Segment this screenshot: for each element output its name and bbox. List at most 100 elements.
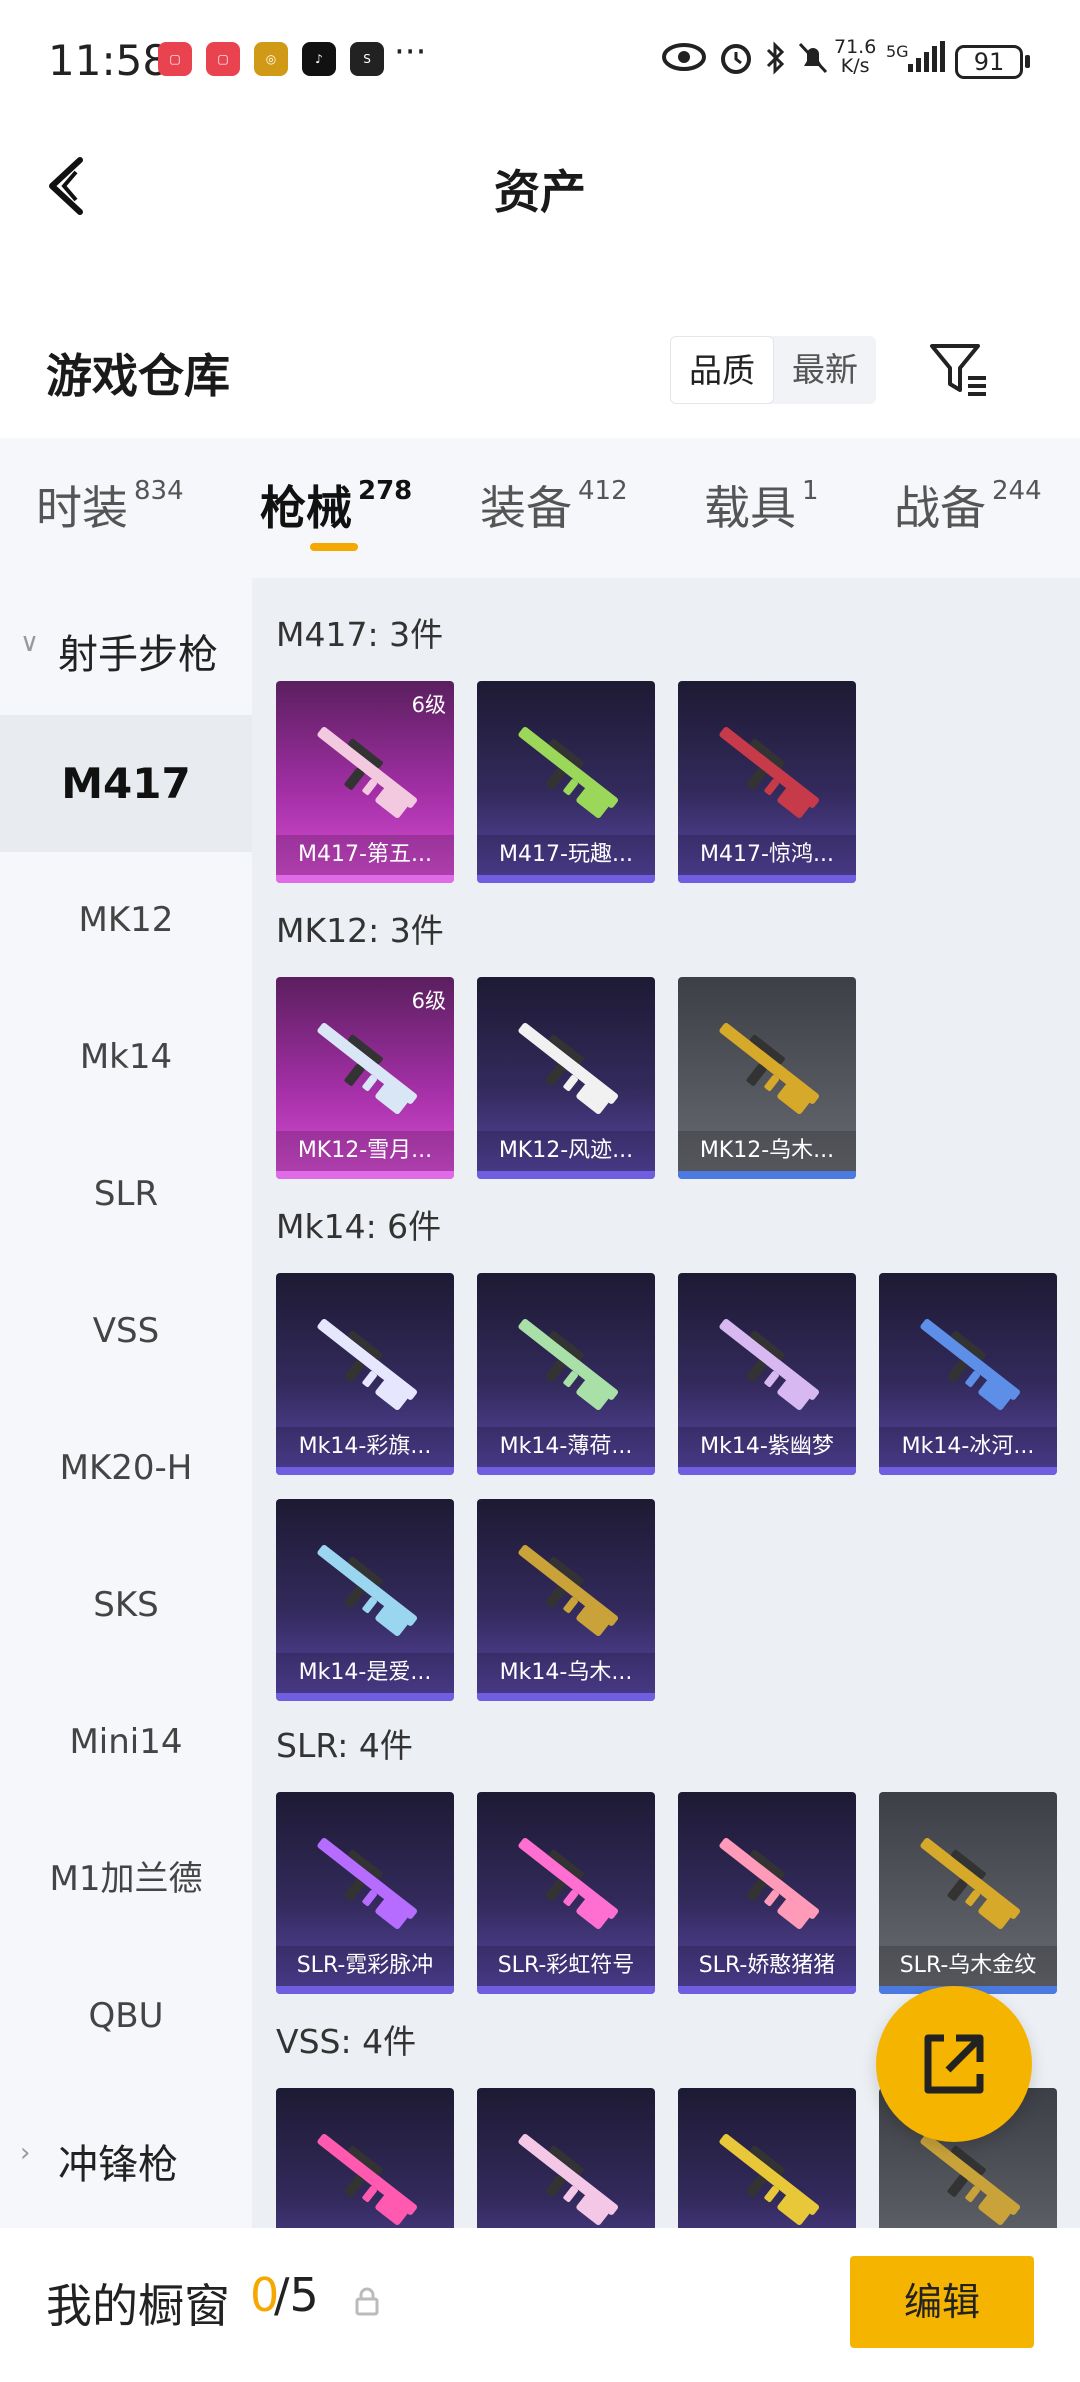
weapon-name: MK12-乌木...	[678, 1131, 856, 1171]
weapon-name: Mk14-乌木...	[477, 1653, 655, 1693]
section-title: SLR: 4件	[276, 1726, 413, 1765]
weapon-card[interactable]: 6级 M417-第五...	[276, 681, 454, 883]
weapon-name: Mk14-紫幽梦	[678, 1427, 856, 1467]
level-badge: 6级	[411, 989, 446, 1013]
sidebar: ∨ 射手步枪 M417 MK12 Mk14 SLR VSS MK20-H SKS…	[0, 578, 252, 2228]
rarity-bar	[276, 1171, 454, 1179]
rarity-bar	[477, 875, 655, 883]
battery-indicator: 91	[955, 45, 1023, 79]
weapon-name: M417-玩趣...	[477, 835, 655, 875]
net-speed: 71.6 K/s	[834, 36, 877, 77]
rifle-icon	[317, 1544, 417, 1637]
tab-fashion[interactable]: 时装 834	[36, 472, 184, 538]
weapon-card[interactable]: SLR-娇憨猪猪	[678, 1792, 856, 1994]
edit-button[interactable]: 编辑	[850, 2256, 1034, 2348]
weapon-name: M417-第五...	[276, 835, 454, 875]
notification-app-icon: ▢	[158, 42, 192, 76]
weapon-card[interactable]: Mk14-紫幽梦	[678, 1273, 856, 1475]
external-link-icon	[924, 2034, 984, 2094]
rifle-icon	[317, 2133, 417, 2226]
rarity-bar	[276, 1693, 454, 1701]
weapon-card[interactable]: 6级 MK12-雪月...	[276, 977, 454, 1179]
sidebar-item-mk14[interactable]: Mk14	[0, 989, 252, 1126]
rarity-bar	[276, 1467, 454, 1475]
rifle-icon	[719, 2133, 819, 2226]
soul-app-icon: S	[350, 42, 384, 76]
weapon-card[interactable]: MK12-风迹...	[477, 977, 655, 1179]
status-time: 11:58	[48, 36, 170, 85]
weapon-card[interactable]: M417-玩趣...	[477, 681, 655, 883]
weapon-name: SLR-霓彩脉冲	[276, 1946, 454, 1986]
tab-guns[interactable]: 枪械 278	[260, 472, 412, 538]
rifle-icon	[518, 1544, 618, 1637]
sort-latest-button[interactable]: 最新	[774, 336, 876, 404]
filter-button[interactable]	[928, 340, 990, 400]
page-title: 资产	[494, 165, 586, 219]
sidebar-group-smg[interactable]: › 冲锋枪	[0, 2088, 252, 2224]
sidebar-item-mk20h[interactable]: MK20-H	[0, 1400, 252, 1537]
weapon-card[interactable]: M417-惊鸿...	[678, 681, 856, 883]
signal-icon	[906, 40, 946, 83]
sidebar-item-slr[interactable]: SLR	[0, 1126, 252, 1263]
weapon-grid: M417: 3件 6级 M417-第五... M417-玩趣... M417-惊鸿...…	[252, 578, 1080, 2228]
eye-icon	[662, 40, 706, 83]
weapon-card[interactable]	[678, 2088, 856, 2228]
sidebar-item-qbu[interactable]: QBU	[0, 1948, 252, 2085]
sidebar-item-mk12[interactable]: MK12	[0, 852, 252, 989]
sidebar-group-marksman[interactable]: ∨ 射手步枪	[0, 578, 252, 714]
chevron-right-icon: ›	[20, 2138, 31, 2168]
alarm-icon	[718, 40, 754, 85]
rarity-bar	[477, 1693, 655, 1701]
weapon-card[interactable]: Mk14-彩旗...	[276, 1273, 454, 1475]
sort-quality-button[interactable]: 品质	[670, 336, 774, 404]
weapon-card[interactable]: MK12-乌木...	[678, 977, 856, 1179]
mute-icon	[796, 40, 830, 85]
weapon-name: MK12-风迹...	[477, 1131, 655, 1171]
weapon-card[interactable]: SLR-霓彩脉冲	[276, 1792, 454, 1994]
section-title: MK12: 3件	[276, 911, 444, 950]
notification-app-icon: ▢	[206, 42, 240, 76]
rarity-bar	[276, 875, 454, 883]
weapon-card[interactable]: Mk14-冰河...	[879, 1273, 1057, 1475]
section-title: M417: 3件	[276, 615, 444, 654]
weapon-card[interactable]: SLR-乌木金纹	[879, 1792, 1057, 1994]
sidebar-group-label: 射手步枪	[58, 632, 218, 678]
bluetooth-icon	[764, 40, 788, 85]
weapon-card[interactable]: Mk14-薄荷...	[477, 1273, 655, 1475]
rifle-icon	[518, 1837, 618, 1930]
rarity-bar	[678, 1986, 856, 1994]
weapon-card[interactable]: SLR-彩虹符号	[477, 1792, 655, 1994]
rarity-bar	[678, 1171, 856, 1179]
rifle-icon	[518, 2133, 618, 2226]
tab-equipment[interactable]: 装备 412	[480, 472, 628, 538]
battery-tip	[1025, 55, 1030, 68]
weapon-name: Mk14-彩旗...	[276, 1427, 454, 1467]
weapon-card[interactable]: Mk14-乌木...	[477, 1499, 655, 1701]
rifle-icon	[719, 1837, 819, 1930]
weapon-card[interactable]	[477, 2088, 655, 2228]
rarity-bar	[477, 1467, 655, 1475]
notification-app-icon: ◎	[254, 42, 288, 76]
sidebar-item-vss[interactable]: VSS	[0, 1263, 252, 1400]
weapon-name: SLR-彩虹符号	[477, 1946, 655, 1986]
section-title: Mk14: 6件	[276, 1207, 442, 1246]
weapon-name: Mk14-是爱...	[276, 1653, 454, 1693]
weapon-card[interactable]	[276, 2088, 454, 2228]
sidebar-item-mini14[interactable]: Mini14	[0, 1674, 252, 1811]
weapon-card[interactable]: Mk14-是爱...	[276, 1499, 454, 1701]
level-badge: 6级	[411, 693, 446, 717]
category-tabs: 时装 834 枪械 278 装备 412 载具 1 战备 244	[0, 438, 1080, 578]
rarity-bar	[276, 1986, 454, 1994]
rifle-icon	[920, 1318, 1020, 1411]
tab-vehicles[interactable]: 载具 1	[704, 472, 819, 538]
sidebar-item-sks[interactable]: SKS	[0, 1537, 252, 1674]
weapon-name: SLR-娇憨猪猪	[678, 1946, 856, 1986]
sidebar-item-m417[interactable]: M417	[0, 715, 252, 852]
more-notifications: ···	[394, 32, 427, 72]
tab-gear[interactable]: 战备 244	[894, 472, 1042, 538]
showcase-total: /5	[274, 2268, 319, 2322]
share-button[interactable]	[876, 1986, 1032, 2142]
showcase-label: 我的橱窗	[46, 2279, 230, 2333]
rifle-icon	[719, 1022, 819, 1115]
sidebar-item-m1-garand[interactable]: M1加兰德	[0, 1811, 252, 1948]
